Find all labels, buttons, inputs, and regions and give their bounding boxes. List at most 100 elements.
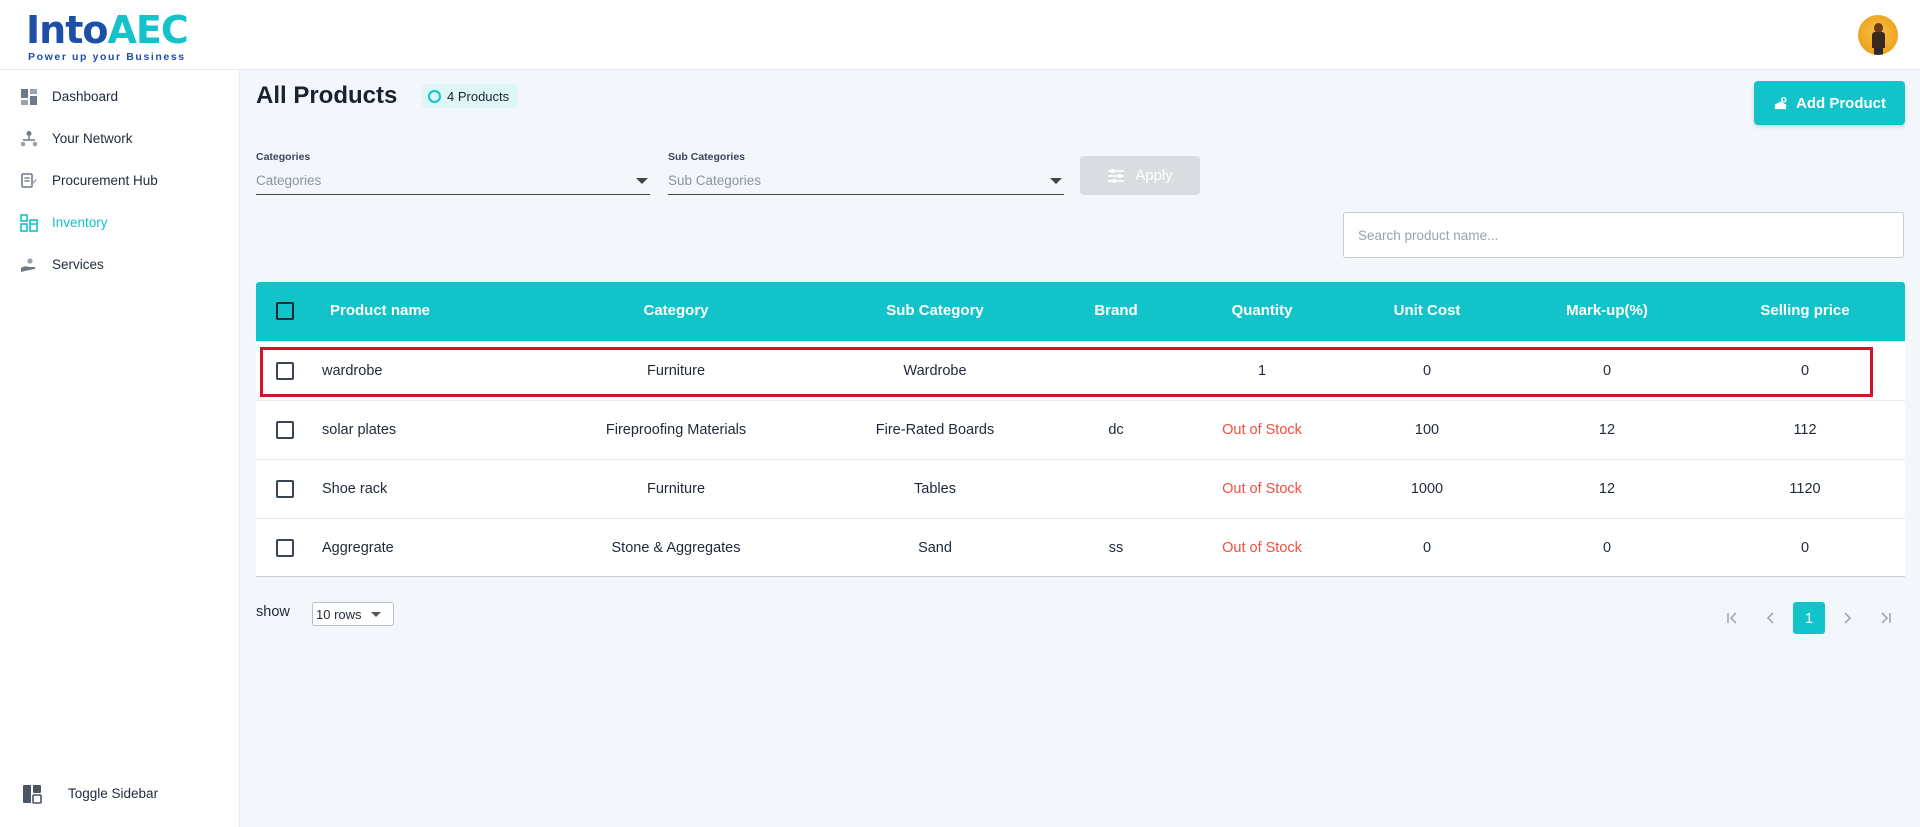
table-row[interactable]: wardrobe Furniture Wardrobe 1 0 0 0 — [256, 341, 1905, 400]
column-header[interactable]: Brand — [1094, 302, 1137, 319]
toggle-sidebar-label: Toggle Sidebar — [68, 786, 159, 801]
sidebar-item-label: Your Network — [52, 131, 133, 146]
unit-cost-cell: 0 — [1422, 363, 1432, 379]
row-highlight-box — [260, 347, 1873, 397]
markup-cell: 0 — [1602, 363, 1612, 379]
row-checkbox[interactable] — [276, 480, 294, 498]
column-header[interactable]: Quantity — [1232, 302, 1293, 319]
unit-cost-cell: 0 — [1422, 540, 1432, 556]
table-header: Product name Category Sub Category Brand… — [256, 282, 1905, 341]
first-page-button[interactable] — [1717, 602, 1749, 634]
subcategories-select[interactable]: Sub Categories — [668, 167, 1064, 195]
selling-price-cell: 0 — [1800, 363, 1810, 379]
logo-tagline: Power up your Business — [28, 51, 186, 63]
sidebar-item-services[interactable]: Services — [0, 247, 240, 283]
products-table: Product name Category Sub Category Brand… — [256, 282, 1905, 577]
quantity-cell: 1 — [1257, 363, 1267, 379]
filter-sliders-icon — [1108, 168, 1125, 183]
column-header[interactable]: Sub Category — [886, 302, 984, 319]
toggle-sidebar-icon — [23, 785, 42, 804]
apply-button[interactable]: Apply — [1080, 156, 1200, 195]
page-number-button[interactable]: 1 — [1793, 602, 1825, 634]
chevron-right-icon — [1844, 612, 1852, 624]
row-checkbox[interactable] — [276, 421, 294, 439]
product-name-cell: Shoe rack — [322, 481, 388, 497]
previous-page-button[interactable] — [1755, 602, 1787, 634]
category-cell: Fireproofing Materials — [605, 422, 747, 438]
top-bar: IntoAEC Power up your Business — [0, 0, 1920, 70]
category-cell: Furniture — [646, 363, 706, 379]
sidebar-item-procurement-hub[interactable]: Procurement Hub — [0, 163, 240, 199]
categories-label: Categories — [256, 151, 311, 163]
sidebar-item-your-network[interactable]: Your Network — [0, 121, 240, 157]
column-header[interactable]: Unit Cost — [1394, 302, 1461, 319]
table-row[interactable]: Shoe rack Furniture Tables Out of Stock … — [256, 459, 1905, 518]
services-icon — [21, 258, 36, 272]
product-name-cell: wardrobe — [322, 363, 383, 379]
categories-select[interactable]: Categories — [256, 167, 650, 195]
rows-per-page-value: 10 rows — [316, 607, 362, 622]
network-icon — [20, 131, 38, 147]
selling-price-cell: 0 — [1800, 540, 1810, 556]
brand-cell: dc — [1108, 422, 1124, 438]
subcategories-placeholder: Sub Categories — [668, 173, 762, 188]
dashboard-icon — [21, 89, 37, 105]
quantity-cell: Out of Stock — [1222, 540, 1302, 556]
quantity-cell: Out of Stock — [1222, 422, 1302, 438]
sidebar-item-dashboard[interactable]: Dashboard — [0, 79, 240, 115]
search-input[interactable] — [1343, 212, 1904, 258]
column-header[interactable]: Product name — [330, 302, 430, 319]
sub-category-cell: Fire-Rated Boards — [875, 422, 995, 438]
sidebar-item-inventory[interactable]: Inventory — [0, 205, 240, 241]
toggle-sidebar-button[interactable]: Toggle Sidebar — [0, 776, 240, 812]
product-count-text: 4 Products — [447, 88, 510, 104]
table-row[interactable]: Aggregrate Stone & Aggregates Sand ss Ou… — [256, 518, 1905, 577]
select-all-checkbox[interactable] — [276, 302, 294, 320]
row-checkbox[interactable] — [276, 362, 294, 380]
next-page-button[interactable] — [1831, 602, 1863, 634]
inventory-icon — [20, 214, 38, 232]
column-header[interactable]: Mark-up(%) — [1566, 302, 1648, 319]
first-page-icon — [1727, 612, 1737, 624]
brand-cell: ss — [1108, 540, 1124, 556]
caret-down-icon — [636, 178, 648, 184]
category-cell: Furniture — [646, 481, 706, 497]
sidebar-item-label: Procurement Hub — [52, 173, 158, 188]
markup-cell: 12 — [1598, 422, 1616, 438]
sidebar-item-label: Inventory — [52, 215, 108, 230]
user-avatar[interactable] — [1858, 15, 1898, 55]
show-label: show — [256, 604, 290, 620]
sub-category-cell: Tables — [914, 481, 956, 497]
quantity-cell: Out of Stock — [1222, 481, 1302, 497]
add-product-button[interactable]: Add Product — [1754, 81, 1905, 125]
selling-price-cell: 112 — [1793, 422, 1817, 438]
column-header[interactable]: Category — [643, 302, 708, 319]
caret-down-icon — [371, 612, 381, 617]
circle-icon — [428, 89, 441, 103]
category-cell: Stone & Aggregates — [611, 540, 741, 556]
subcategories-label: Sub Categories — [668, 151, 746, 163]
page-title: All Products — [256, 82, 398, 109]
sub-category-cell: Sand — [918, 540, 952, 556]
sidebar-item-label: Dashboard — [52, 89, 119, 104]
categories-placeholder: Categories — [256, 173, 322, 188]
column-header[interactable]: Selling price — [1760, 302, 1849, 319]
logo-wordmark: IntoAEC — [26, 8, 189, 52]
last-page-icon — [1881, 612, 1891, 624]
last-page-button[interactable] — [1869, 602, 1901, 634]
unit-cost-cell: 100 — [1414, 422, 1440, 438]
add-product-label: Add Product — [1796, 94, 1886, 112]
markup-cell: 12 — [1598, 481, 1616, 497]
selling-price-cell: 1120 — [1789, 481, 1821, 497]
chevron-left-icon — [1766, 612, 1774, 624]
intoaec-logo[interactable]: IntoAEC Power up your Business — [26, 6, 189, 64]
rows-per-page-select[interactable]: 10 rows — [312, 602, 394, 626]
markup-cell: 0 — [1602, 540, 1612, 556]
sidebar-item-label: Services — [52, 257, 104, 272]
row-checkbox[interactable] — [276, 539, 294, 557]
unit-cost-cell: 1000 — [1410, 481, 1444, 497]
sub-category-cell: Wardrobe — [903, 363, 967, 379]
sidebar: Dashboard Your Network Procurement Hub I… — [0, 70, 240, 827]
product-name-cell: solar plates — [322, 422, 397, 438]
table-row[interactable]: solar plates Fireproofing Materials Fire… — [256, 400, 1905, 459]
